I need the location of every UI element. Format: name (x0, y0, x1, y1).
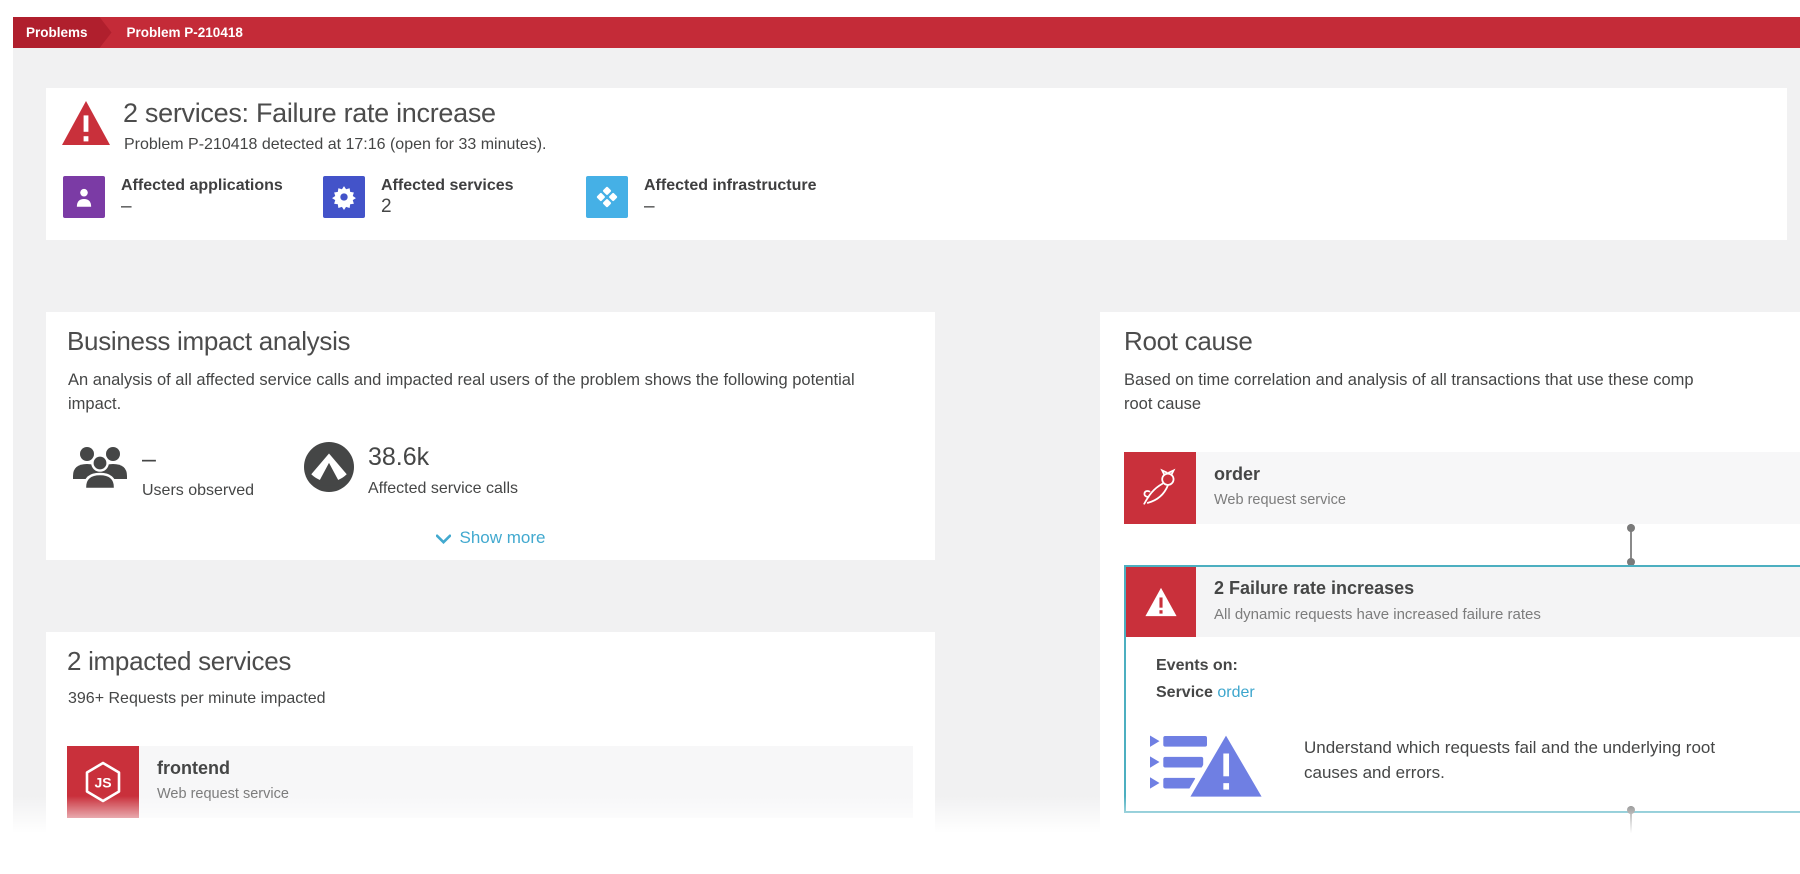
root-cause-description-line1: Based on time correlation and analysis o… (1124, 368, 1694, 392)
business-impact-title: Business impact analysis (67, 326, 350, 357)
problem-header-card: 2 services: Failure rate increase Proble… (46, 88, 1787, 240)
show-more-button[interactable]: Show more (46, 528, 935, 548)
service-row-frontend[interactable]: JS frontend Web request service (67, 746, 913, 818)
event-header: 2 Failure rate increases All dynamic req… (1126, 567, 1800, 637)
users-observed-value: – (142, 444, 254, 474)
root-cause-description-line2: root cause (1124, 392, 1694, 416)
affected-services-value: 2 (381, 195, 514, 219)
affected-services-label: Affected services (381, 176, 514, 195)
services-icon (323, 176, 365, 218)
affected-infrastructure-stat[interactable]: Affected infrastructure – (586, 176, 816, 219)
analyze-failures-action[interactable]: Understand which requests fail and the u… (1146, 725, 1754, 806)
service-row-order[interactable]: order Web request service (1124, 452, 1800, 524)
root-cause-description: Based on time correlation and analysis o… (1124, 368, 1694, 416)
applications-icon (63, 176, 105, 218)
affected-applications-value: – (121, 195, 283, 219)
event-title: 2 Failure rate increases (1214, 578, 1541, 599)
root-cause-connector-bottom (1626, 806, 1636, 833)
event-entity-line: Service order (1156, 680, 1255, 706)
service-name: frontend (157, 758, 289, 779)
problem-severity-icon (62, 101, 110, 150)
svg-text:JS: JS (94, 775, 111, 791)
analyze-failures-text: Understand which requests fail and the u… (1304, 725, 1754, 785)
problem-subtitle: Problem P-210418 detected at 17:16 (open… (124, 136, 546, 154)
problem-title: 2 services: Failure rate increase (123, 98, 496, 129)
service-type: Web request service (1214, 492, 1346, 508)
affected-applications-stat[interactable]: Affected applications – (63, 176, 283, 219)
affected-infrastructure-label: Affected infrastructure (644, 176, 816, 195)
people-group-icon (72, 444, 128, 495)
root-cause-connector (1626, 524, 1636, 566)
users-observed-label: Users observed (142, 482, 254, 500)
failed-requests-icon (1146, 725, 1268, 806)
affected-services-stat[interactable]: Affected services 2 (323, 176, 514, 219)
failure-rate-event-box[interactable]: 2 Failure rate increases All dynamic req… (1124, 565, 1800, 813)
impacted-services-subtitle: 396+ Requests per minute impacted (68, 690, 325, 708)
users-observed-stat: – Users observed (72, 444, 254, 500)
entity-prefix: Service (1156, 684, 1213, 701)
affected-service-calls-stat: 38.6k Affected service calls (304, 442, 518, 498)
service-type: Web request service (157, 786, 289, 802)
affected-service-calls-label: Affected service calls (368, 480, 518, 498)
service-name: order (1214, 464, 1346, 485)
affected-service-calls-value: 38.6k (368, 442, 518, 472)
chevron-down-icon (436, 534, 451, 544)
affected-infrastructure-value: – (644, 195, 816, 219)
events-on-label: Events on: (1156, 653, 1238, 679)
tomcat-icon (1124, 452, 1196, 524)
affected-applications-label: Affected applications (121, 176, 283, 195)
business-impact-description: An analysis of all affected service call… (68, 368, 868, 416)
impacted-services-title: 2 impacted services (67, 646, 291, 677)
order-service-link[interactable]: order (1217, 684, 1254, 701)
business-impact-card: Business impact analysis An analysis of … (46, 312, 935, 560)
service-calls-icon (304, 442, 354, 497)
impacted-services-card: 2 impacted services 396+ Requests per mi… (46, 632, 935, 833)
breadcrumb: Problems Problem P-210418 (13, 17, 1800, 48)
infrastructure-icon (586, 176, 628, 218)
event-subtitle: All dynamic requests have increased fail… (1214, 606, 1541, 623)
breadcrumb-item-current: Problem P-210418 (127, 17, 243, 48)
root-cause-title: Root cause (1124, 326, 1253, 357)
breadcrumb-item-problems[interactable]: Problems (13, 17, 112, 48)
event-warning-icon (1126, 567, 1196, 637)
nodejs-icon: JS (67, 746, 139, 818)
